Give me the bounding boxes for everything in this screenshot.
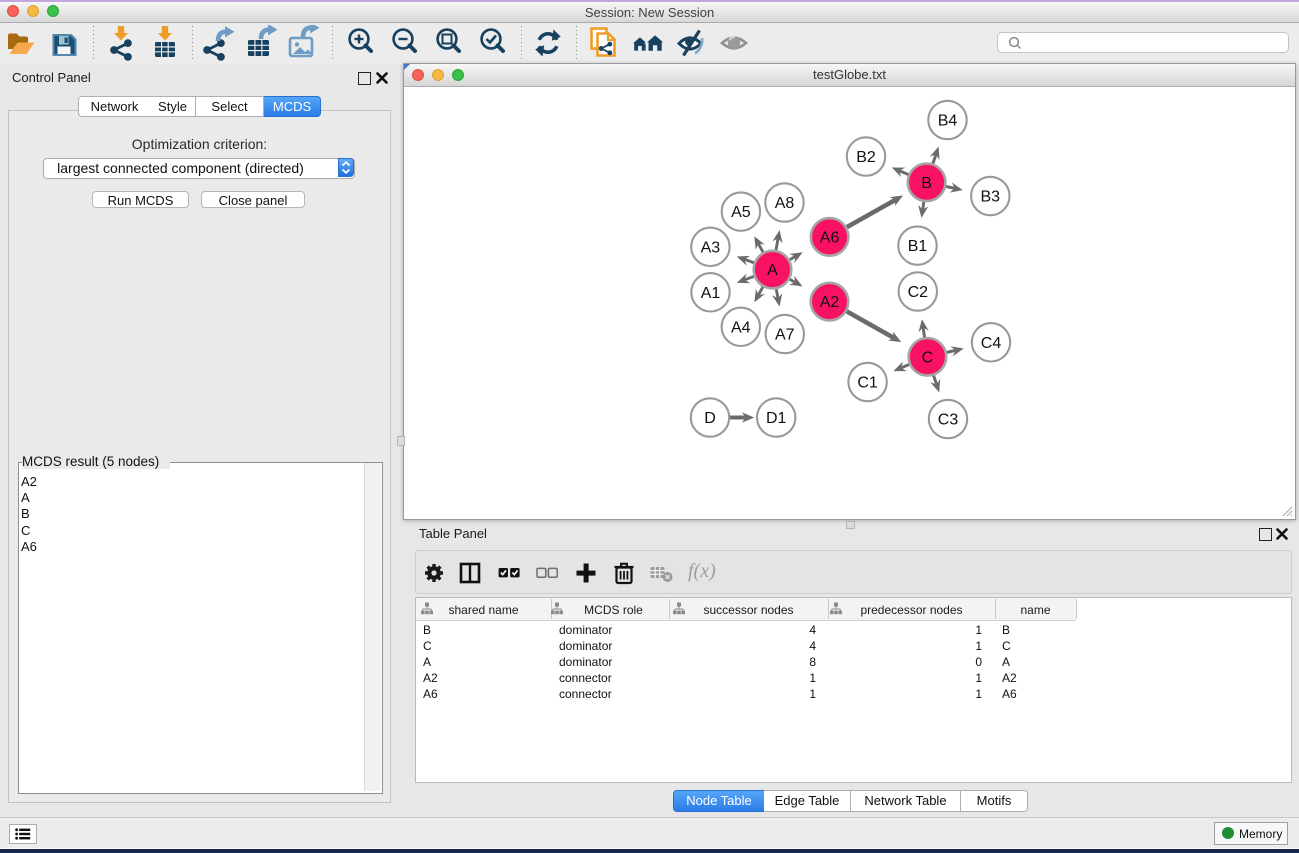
- svg-text:A: A: [767, 262, 778, 279]
- svg-text:C1: C1: [857, 375, 878, 392]
- svg-text:C: C: [922, 349, 934, 366]
- svg-text:D: D: [704, 410, 716, 427]
- svg-text:B1: B1: [908, 238, 928, 255]
- svg-text:B4: B4: [938, 113, 958, 130]
- svg-text:A3: A3: [701, 239, 721, 256]
- svg-text:D1: D1: [766, 410, 787, 427]
- svg-text:A5: A5: [731, 204, 751, 221]
- svg-text:A6: A6: [820, 229, 840, 246]
- svg-text:C4: C4: [981, 335, 1002, 352]
- svg-text:A8: A8: [775, 195, 795, 212]
- svg-text:A1: A1: [701, 285, 721, 302]
- svg-text:B: B: [921, 175, 932, 192]
- svg-text:C2: C2: [908, 284, 929, 301]
- svg-text:A4: A4: [731, 319, 751, 336]
- svg-text:B3: B3: [981, 189, 1001, 206]
- svg-text:B2: B2: [856, 149, 876, 166]
- svg-text:A7: A7: [775, 327, 795, 344]
- svg-text:A2: A2: [820, 294, 840, 311]
- svg-text:C3: C3: [938, 412, 959, 429]
